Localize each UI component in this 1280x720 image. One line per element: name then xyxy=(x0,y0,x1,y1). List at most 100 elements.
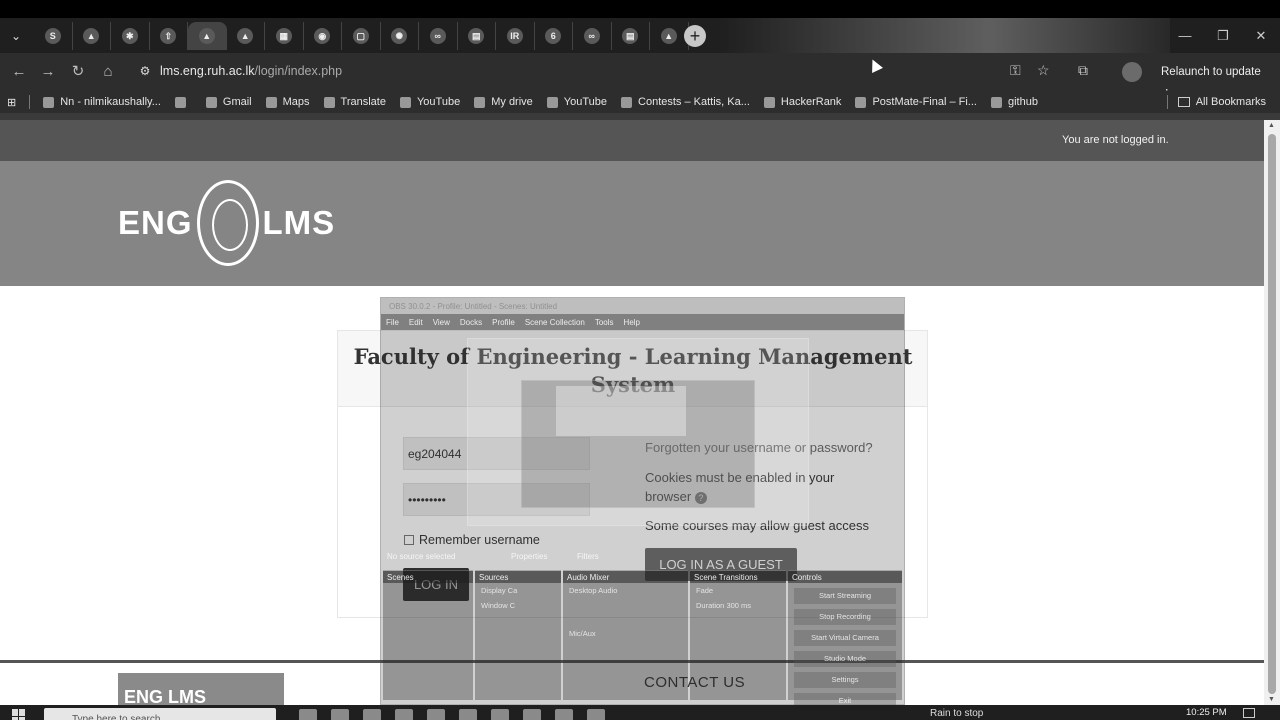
drive-icon: ▲ xyxy=(83,28,100,44)
bookmark-item[interactable]: Gmail xyxy=(199,91,259,113)
bookmark-item[interactable]: github xyxy=(984,91,1045,113)
close-button[interactable]: ✕ xyxy=(1242,18,1280,53)
page-viewport: You are not logged in. ENG LMS Faculty o… xyxy=(0,120,1264,705)
back-arrow-icon[interactable]: ← xyxy=(9,62,29,82)
obs-icon[interactable] xyxy=(523,709,541,720)
notification-icon[interactable] xyxy=(1243,708,1255,718)
university-seal-icon xyxy=(196,180,259,266)
bookmark-item[interactable]: Maps xyxy=(259,91,317,113)
password-key-icon[interactable]: ⚿ xyxy=(1010,62,1021,79)
browser-tab[interactable]: IR xyxy=(496,22,535,50)
site-info-icon[interactable]: ⚙ xyxy=(137,64,153,80)
minimize-button[interactable]: — xyxy=(1166,18,1204,53)
site-navbar: You are not logged in. xyxy=(0,120,1264,161)
browser-tab[interactable]: ∞ xyxy=(419,22,458,50)
bookmark-label: Maps xyxy=(282,96,310,108)
store-icon[interactable] xyxy=(427,709,445,720)
all-bookmarks-label: All Bookmarks xyxy=(1195,96,1266,108)
bookmark-favicon-icon xyxy=(323,96,335,108)
infinity-icon: ∞ xyxy=(429,28,446,44)
relaunch-button[interactable]: Relaunch to update ⋮ xyxy=(1153,61,1280,100)
profile-avatar[interactable] xyxy=(1122,62,1142,82)
forgot-password-link[interactable]: Forgotten your username or password? xyxy=(645,440,873,455)
tab-search-chevron-icon[interactable]: ⌄ xyxy=(6,26,26,46)
login-button[interactable]: LOG IN xyxy=(403,568,469,601)
ai-icon: ✺ xyxy=(391,28,408,44)
edge-icon[interactable] xyxy=(331,709,349,720)
github-icon: ◉ xyxy=(314,28,331,44)
weather-widget[interactable]: Rain to stop xyxy=(930,708,983,719)
all-bookmarks-button[interactable]: All Bookmarks xyxy=(1177,91,1266,113)
forward-arrow-icon[interactable]: → xyxy=(38,62,58,82)
bookmark-item[interactable]: Contests – Kattis, Ka... xyxy=(614,91,757,113)
contact-heading: CONTACT US xyxy=(644,674,746,691)
browser-tab[interactable]: ▤ xyxy=(458,22,496,50)
bookmark-label: YouTube xyxy=(416,96,461,108)
scroll-down-icon[interactable]: ▼ xyxy=(1268,696,1275,703)
bookmark-item[interactable]: My drive xyxy=(467,91,540,113)
scrollbar-thumb[interactable] xyxy=(1268,134,1276,694)
browser-tab[interactable]: ▢ xyxy=(342,22,381,50)
browser-tab[interactable]: ▲ xyxy=(73,22,111,50)
browser-tab[interactable]: ◉ xyxy=(304,22,342,50)
infinity-icon: ∞ xyxy=(583,28,600,44)
drive-icon: ▲ xyxy=(198,28,215,44)
site-logo[interactable]: ENG LMS xyxy=(118,180,335,266)
browser-tab[interactable]: ⇧ xyxy=(150,22,188,50)
windows-start-icon[interactable] xyxy=(12,709,26,720)
password-input[interactable] xyxy=(403,483,590,516)
bookmark-item[interactable]: HackerRank xyxy=(757,91,849,113)
browser-tab[interactable]: 6 xyxy=(535,22,573,50)
calculator-icon[interactable] xyxy=(491,709,509,720)
browser-tab[interactable]: ▦ xyxy=(265,22,304,50)
username-input[interactable] xyxy=(403,437,590,470)
bookmark-favicon-icon xyxy=(399,96,411,108)
help-icon[interactable]: ? xyxy=(694,491,707,504)
taskbar-search[interactable]: Type here to search xyxy=(44,708,276,720)
gear-icon: ✱ xyxy=(121,28,138,44)
bookmark-label: PostMate-Final – Fi... xyxy=(872,96,977,108)
vscode-icon[interactable] xyxy=(555,709,573,720)
site-header: ENG LMS xyxy=(0,161,1264,286)
bookmark-item[interactable]: YouTube xyxy=(540,91,614,113)
reload-icon[interactable]: ↻ xyxy=(68,62,88,82)
scroll-up-icon[interactable]: ▲ xyxy=(1268,122,1275,129)
browser-tab[interactable]: ∞ xyxy=(573,22,612,50)
drive-icon: ▲ xyxy=(237,28,254,44)
browser-tab[interactable]: ▤ xyxy=(612,22,650,50)
browser-tab[interactable]: ▲ xyxy=(188,22,227,50)
bookmark-favicon-icon xyxy=(621,96,633,108)
mail-icon[interactable] xyxy=(459,709,477,720)
taskbar-clock[interactable]: 10:25 PM xyxy=(1186,707,1227,718)
bookmark-item[interactable]: PostMate-Final – Fi... xyxy=(848,91,984,113)
whatsapp-icon[interactable] xyxy=(587,709,605,720)
page-scrollbar[interactable]: ▲ ▼ xyxy=(1264,120,1280,705)
browser-tab[interactable]: ✺ xyxy=(381,22,419,50)
bookmark-item[interactable] xyxy=(168,91,199,113)
chrome-icon[interactable] xyxy=(363,709,381,720)
bookmark-favicon-icon xyxy=(474,96,486,108)
file-explorer-icon[interactable] xyxy=(395,709,413,720)
browser-tab[interactable]: ▲ xyxy=(227,22,265,50)
extensions-icon[interactable]: ⧉ xyxy=(1078,62,1088,79)
home-icon[interactable]: ⌂ xyxy=(98,62,118,82)
bookmark-item[interactable]: YouTube xyxy=(393,91,467,113)
remember-checkbox[interactable] xyxy=(404,535,414,545)
apps-grid-icon[interactable]: ⊞ xyxy=(0,91,23,113)
cookies-text: Cookies must be enabled in your browser xyxy=(645,470,835,504)
restore-button[interactable]: ❐ xyxy=(1204,18,1242,53)
bookmark-favicon-icon xyxy=(990,96,1002,108)
remember-username[interactable]: Remember username xyxy=(404,533,540,547)
guest-login-button[interactable]: LOG IN AS A GUEST xyxy=(645,548,797,581)
bookmark-favicon-icon xyxy=(43,96,55,108)
bookmark-star-icon[interactable]: ☆ xyxy=(1037,62,1050,79)
bookmark-item[interactable]: Translate xyxy=(317,91,393,113)
url-text[interactable]: lms.eng.ruh.ac.lk/login/index.php xyxy=(160,64,342,78)
browser-tab[interactable]: ▲ xyxy=(650,22,689,50)
window-controls: — ❐ ✕ xyxy=(1166,18,1280,53)
new-tab-button[interactable]: + xyxy=(684,25,706,47)
browser-tab[interactable]: ✱ xyxy=(111,22,150,50)
browser-tab[interactable]: S xyxy=(34,22,73,50)
task-view-icon[interactable] xyxy=(299,709,317,720)
bookmark-item[interactable]: Nn - nilmikaushally... xyxy=(36,91,168,113)
